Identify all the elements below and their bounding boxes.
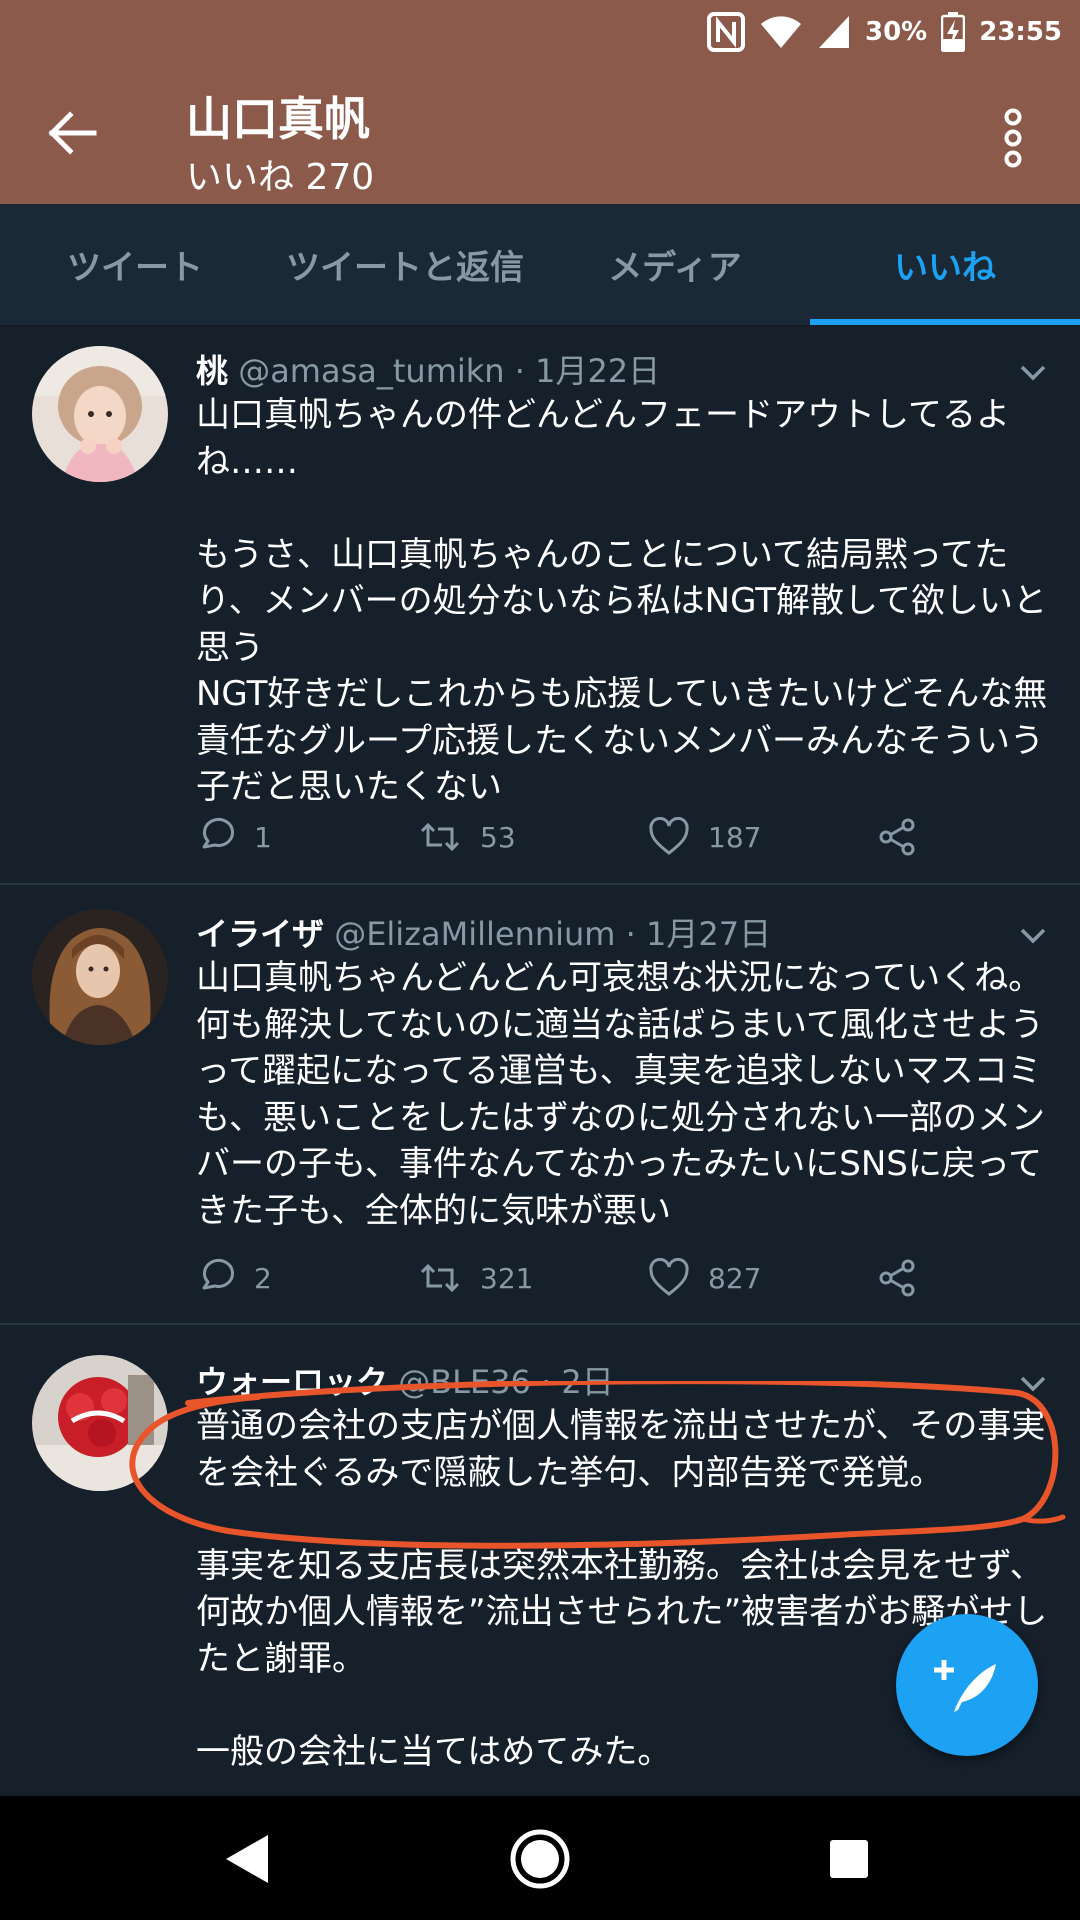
tweet-feed: 桃 @amasa_tumikn · 1月22日 山口真帆ちゃんの件どんどんフェー…: [0, 326, 1080, 1796]
tweet-paragraph: 山口真帆ちゃんどんどん可哀想な状況になっていくね。何も解決してないのに適当な話ば…: [196, 958, 1045, 1231]
tweet-time: 2日: [561, 1363, 614, 1401]
status-icons: 30% 23:55: [707, 10, 1062, 54]
reply-button[interactable]: 2: [196, 1253, 272, 1303]
status-bar: 30% 23:55: [0, 0, 1080, 63]
header-separator: ·: [514, 352, 525, 390]
likes-count: 270: [305, 157, 375, 198]
chevron-down-icon: [1020, 365, 1046, 381]
avatar[interactable]: [32, 346, 168, 482]
tweet-text: 山口真帆ちゃんの件どんどんフェードアウトしてるよね…… もうさ、山口真帆ちゃんの…: [196, 392, 1056, 811]
tweet-paragraph: [196, 485, 1056, 532]
tweet-actions: 2 321 827: [196, 1253, 956, 1303]
author-handle[interactable]: @ElizaMillennium: [334, 915, 615, 953]
retweet-count: 53: [480, 820, 516, 854]
more-options-button[interactable]: [988, 103, 1038, 173]
like-button[interactable]: 827: [648, 1253, 761, 1303]
tweet-paragraph: もうさ、山口真帆ちゃんのことについて結局黙ってたり、メンバーの処分ないなら私はN…: [196, 534, 1047, 668]
tweet-menu-button[interactable]: [1016, 1367, 1050, 1401]
triangle-back-icon: [226, 1835, 268, 1883]
avatar[interactable]: [32, 1355, 168, 1491]
tweet-card[interactable]: 桃 @amasa_tumikn · 1月22日 山口真帆ちゃんの件どんどんフェー…: [0, 326, 1080, 885]
share-button[interactable]: [878, 1253, 918, 1303]
heart-icon: [649, 1258, 689, 1296]
author-name[interactable]: 桃: [196, 352, 228, 390]
retweet-icon: [420, 1263, 460, 1293]
retweet-button[interactable]: 53: [418, 812, 516, 862]
author-handle[interactable]: @BLE36: [398, 1363, 531, 1401]
reply-count: 2: [254, 1261, 272, 1295]
retweet-icon: [420, 822, 460, 852]
compose-quill-icon: [934, 1660, 996, 1712]
page-title: 山口真帆: [186, 92, 370, 146]
author-name[interactable]: ウォーロック: [196, 1363, 388, 1401]
tab-tweets-and-replies[interactable]: ツイートと返信: [270, 204, 540, 325]
header-separator: ·: [541, 1363, 552, 1401]
more-vert-icon: [1004, 108, 1022, 168]
tweet-paragraph: NGT好きだしこれからも応援していきたいけどそんな無責任なグループ応援したくない…: [196, 674, 1048, 807]
clock: 23:55: [979, 17, 1062, 47]
square-recents-icon: [830, 1840, 868, 1878]
author-name[interactable]: イライザ: [196, 915, 324, 953]
nav-home-button[interactable]: [505, 1824, 575, 1894]
battery-percent: 30%: [865, 17, 928, 47]
tweet-time: 1月27日: [645, 915, 772, 953]
tweet-header: 桃 @amasa_tumikn · 1月22日: [196, 346, 660, 392]
app-bar: 山口真帆 いいね 270: [0, 63, 1080, 204]
share-icon: [879, 818, 915, 856]
signal-icon: [817, 14, 851, 50]
tweet-paragraph: 山口真帆ちゃんの件どんどんフェードアウトしてるよね……: [196, 395, 1010, 482]
avatar[interactable]: [32, 909, 168, 1045]
reply-button[interactable]: 1: [196, 812, 272, 862]
circle-home-icon: [510, 1829, 570, 1889]
likes-label: いいね: [186, 157, 295, 198]
tweet-header: ウォーロック @BLE36 · 2日: [196, 1357, 614, 1403]
profile-tabs: ツイート ツイートと返信 メディア いいね: [0, 204, 1080, 326]
compose-tweet-button[interactable]: [896, 1614, 1038, 1756]
tab-likes[interactable]: いいね: [810, 204, 1080, 325]
tweet-paragraph: [196, 1496, 1056, 1543]
like-count: 827: [708, 1261, 762, 1295]
author-handle[interactable]: @amasa_tumikn: [238, 352, 504, 390]
tweet-actions: 1 53 187: [196, 812, 956, 862]
back-button[interactable]: [44, 105, 100, 161]
chevron-down-icon: [1020, 928, 1046, 944]
heart-icon: [649, 817, 689, 855]
retweet-button[interactable]: 321: [418, 1253, 533, 1303]
likes-subtitle: いいね 270: [186, 148, 374, 200]
share-button[interactable]: [878, 812, 918, 862]
like-count: 187: [708, 820, 762, 854]
nav-back-button[interactable]: [212, 1824, 282, 1894]
tab-media[interactable]: メディア: [540, 204, 810, 325]
tweet-menu-button[interactable]: [1016, 356, 1050, 390]
reply-count: 1: [254, 820, 272, 854]
nfc-icon: [707, 12, 745, 52]
reply-icon: [202, 817, 234, 849]
header-separator: ·: [625, 915, 636, 953]
wifi-icon: [759, 14, 803, 50]
tweet-paragraph: 普通の会社の支店が個人情報を流出させたが、その事実を会社ぐるみで隠蔽した挙句、内…: [196, 1406, 1046, 1493]
back-arrow-icon: [48, 111, 97, 155]
share-icon: [879, 1259, 915, 1297]
tweet-card[interactable]: イライザ @ElizaMillennium · 1月27日 山口真帆ちゃんどんど…: [0, 885, 1080, 1325]
tweet-menu-button[interactable]: [1016, 919, 1050, 953]
retweet-count: 321: [480, 1261, 534, 1295]
system-nav-bar: [0, 1796, 1080, 1920]
reply-icon: [202, 1258, 234, 1290]
tweet-header: イライザ @ElizaMillennium · 1月27日: [196, 909, 771, 955]
tweet-time: 1月22日: [535, 352, 661, 390]
nav-recents-button[interactable]: [814, 1824, 884, 1894]
like-button[interactable]: 187: [648, 812, 761, 862]
tab-tweets[interactable]: ツイート: [0, 204, 270, 325]
chevron-down-icon: [1020, 1376, 1046, 1392]
battery-charging-icon: [941, 12, 966, 52]
tweet-text: 山口真帆ちゃんどんどん可哀想な状況になっていくね。何も解決してないのに適当な話ば…: [196, 955, 1056, 1234]
